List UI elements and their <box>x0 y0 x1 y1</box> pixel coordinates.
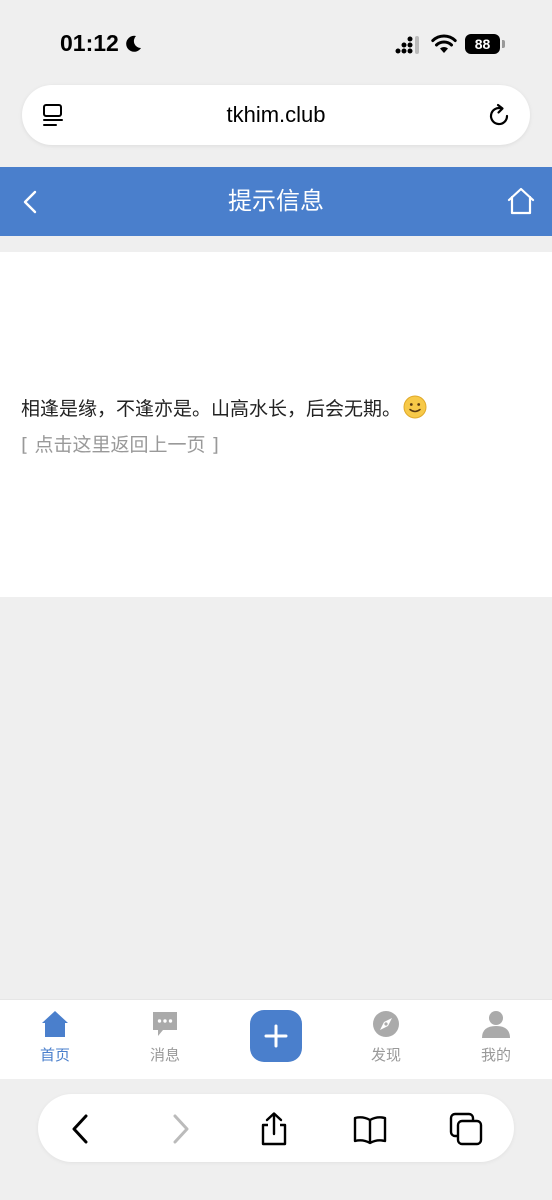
browser-toolbar <box>0 1080 552 1200</box>
tab-profile[interactable]: 我的 <box>451 1000 541 1080</box>
page-title: 提示信息 <box>228 187 324 215</box>
browser-forward-button[interactable] <box>162 1111 198 1147</box>
bottom-tab-bar: 首页 消息 发现 我的 <box>0 999 552 1079</box>
return-previous-page-link[interactable]: [ 点击这里返回上一页 ] <box>21 430 219 457</box>
add-post-button[interactable] <box>250 1010 302 1062</box>
message-card: 相逢是缘，不逢亦是。山高水长，后会无期。 [ 点击这里返回上一页 ] <box>0 252 552 597</box>
chat-icon <box>153 1012 177 1036</box>
tab-label: 首页 <box>39 1046 70 1064</box>
battery-level: 88 <box>465 34 500 54</box>
farewell-message: 相逢是缘，不逢亦是。山高水长，后会无期。 <box>21 398 402 420</box>
chevron-left-icon <box>72 1114 88 1144</box>
home-icon <box>42 1011 68 1037</box>
address-bar[interactable]: tkhim.club <box>22 85 530 145</box>
battery-indicator: 88 <box>465 34 505 54</box>
tab-messages[interactable]: 消息 <box>120 1000 210 1080</box>
tab-label: 我的 <box>480 1046 511 1064</box>
tab-home[interactable]: 首页 <box>10 1000 100 1080</box>
page-menu-icon[interactable] <box>40 103 66 129</box>
wifi-icon <box>431 34 457 53</box>
tab-label: 发现 <box>370 1046 401 1064</box>
user-icon <box>482 1011 510 1038</box>
tabs-icon <box>449 1112 483 1146</box>
moon-icon <box>126 35 141 52</box>
bookmarks-button[interactable] <box>352 1111 388 1147</box>
url-text[interactable]: tkhim.club <box>22 85 530 145</box>
chevron-right-icon <box>173 1114 189 1144</box>
browser-toolbar-pill <box>38 1094 514 1162</box>
reload-icon[interactable] <box>486 103 512 129</box>
app-header: 提示信息 <box>0 167 552 236</box>
browser-back-button[interactable] <box>63 1111 99 1147</box>
share-button[interactable] <box>256 1111 292 1147</box>
home-icon[interactable] <box>506 186 536 216</box>
smile-emoji-icon <box>403 395 427 419</box>
status-bar: 01:12 88 <box>0 0 552 84</box>
tab-label: 消息 <box>149 1046 180 1064</box>
farewell-message-line: 相逢是缘，不逢亦是。山高水长，后会无期。 <box>21 394 427 421</box>
battery-cap <box>502 40 505 48</box>
tab-discover[interactable]: 发现 <box>341 1000 431 1080</box>
book-icon <box>353 1116 387 1145</box>
share-icon <box>261 1112 287 1146</box>
compass-icon <box>373 1011 399 1037</box>
tabs-button[interactable] <box>448 1111 484 1147</box>
status-time: 01:12 <box>60 30 119 56</box>
plus-icon <box>264 1024 288 1048</box>
cellular-signal-icon <box>395 36 419 54</box>
